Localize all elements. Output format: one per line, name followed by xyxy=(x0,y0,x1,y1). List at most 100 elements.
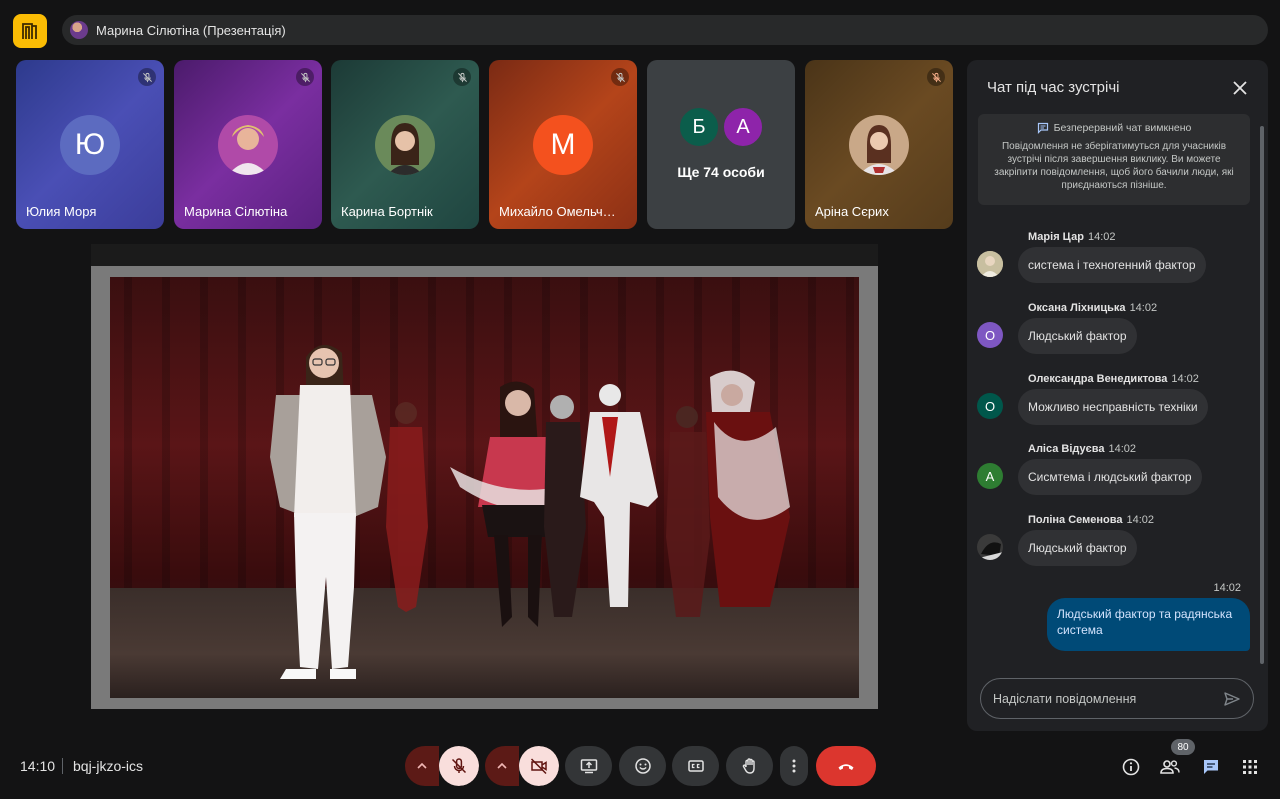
present-icon xyxy=(580,759,597,774)
audio-options-button[interactable] xyxy=(405,746,439,786)
chat-title: Чат під час зустрічі xyxy=(987,79,1120,96)
people-count-badge: 80 xyxy=(1171,739,1195,755)
camera-control-group xyxy=(485,746,559,786)
message-bubble: Людський фактор xyxy=(1018,530,1137,566)
close-icon xyxy=(1233,81,1247,95)
avatar: А xyxy=(977,463,1003,489)
mic-off-icon xyxy=(451,758,467,774)
avatar: Ю xyxy=(60,115,120,175)
message-meta: Марія Цар 14:02 xyxy=(1028,231,1115,243)
overflow-avatars: Б А xyxy=(678,106,764,148)
message-time: 14:02 xyxy=(1126,514,1155,526)
chat-message-input[interactable] xyxy=(993,691,1223,706)
meet-logo-button[interactable] xyxy=(13,14,47,48)
presentation-video xyxy=(110,277,859,698)
raise-hand-button[interactable] xyxy=(726,746,773,786)
people-icon xyxy=(1160,760,1180,774)
avatar: А xyxy=(722,106,764,148)
avatar xyxy=(977,534,1003,560)
message-bubble: система і техногенний фактор xyxy=(1018,247,1206,283)
chat-scrollbar[interactable] xyxy=(1260,126,1264,664)
message-time: 14:02 xyxy=(1087,231,1116,243)
participant-tile[interactable]: Карина Бортнік xyxy=(331,60,479,229)
video-options-button[interactable] xyxy=(485,746,519,786)
message-bubble: Можливо несправність техніки xyxy=(1018,389,1208,425)
message-author: Олександра Венедиктова xyxy=(1028,373,1168,385)
message-bubble: Людський фактор xyxy=(1018,318,1137,354)
participant-name: Михайло Омельч… xyxy=(499,204,616,219)
more-options-button[interactable] xyxy=(780,746,808,786)
captions-button[interactable] xyxy=(672,746,719,786)
apps-grid-icon xyxy=(1243,760,1257,774)
chevron-up-icon xyxy=(417,762,427,769)
chat-panel: Чат під час зустрічі Безперервний чат ви… xyxy=(967,60,1268,731)
emoji-icon xyxy=(634,758,651,774)
more-vert-icon xyxy=(792,759,796,773)
avatar xyxy=(849,115,909,175)
presentation-frame xyxy=(91,266,878,709)
message-bubble: Сисмтема і людський фактор xyxy=(1018,459,1202,495)
toggle-camera-button[interactable] xyxy=(519,746,559,786)
avatar: М xyxy=(533,115,593,175)
notice-body: Повідомлення не зберігатимуться для учас… xyxy=(994,141,1234,191)
participant-name: Юлия Моря xyxy=(26,204,97,219)
participant-tile[interactable]: Ю Юлия Моря xyxy=(16,60,164,229)
message-author: Поліна Семенова xyxy=(1028,514,1123,526)
reactions-button[interactable] xyxy=(619,746,666,786)
activities-button[interactable] xyxy=(1239,756,1261,778)
participant-tile[interactable]: М Михайло Омельч… xyxy=(489,60,637,229)
meeting-code: bqj-jkzo-ics xyxy=(73,758,144,774)
people-button[interactable] xyxy=(1159,756,1181,778)
avatar: О xyxy=(977,393,1003,419)
info-icon xyxy=(1122,758,1140,776)
continuous-chat-notice: Безперервний чат вимкнено Повідомлення н… xyxy=(978,114,1250,205)
performers-image xyxy=(270,344,790,679)
presentation-stage[interactable] xyxy=(91,244,878,709)
message-author: Оксана Ліхницька xyxy=(1028,302,1126,314)
more-participants-label: Ще 74 особи xyxy=(677,164,765,180)
message-time: 14:02 xyxy=(1129,302,1158,314)
send-icon[interactable] xyxy=(1223,690,1241,708)
notice-title: Безперервний чат вимкнено xyxy=(1053,122,1192,134)
toggle-mic-button[interactable] xyxy=(439,746,479,786)
message-author: Марія Цар xyxy=(1028,231,1084,243)
more-participants-tile[interactable]: Б А Ще 74 особи xyxy=(647,60,795,229)
present-screen-button[interactable] xyxy=(565,746,612,786)
chevron-up-icon xyxy=(497,762,507,769)
mic-control-group xyxy=(405,746,479,786)
hang-up-icon xyxy=(838,764,854,770)
message-meta: Оксана Ліхницька 14:02 xyxy=(1028,302,1157,314)
door-icon xyxy=(22,23,37,39)
presenter-pill[interactable]: Марина Сілютіна (Презентація) xyxy=(62,15,1268,45)
participant-tile[interactable]: Марина Сілютіна xyxy=(174,60,322,229)
avatar: Б xyxy=(678,106,720,148)
own-message-bubble: Людський фактор та радянська система xyxy=(1047,598,1250,651)
participant-name: Марина Сілютіна xyxy=(184,204,288,219)
chat-bubble-icon xyxy=(1037,122,1048,134)
own-message-time: 14:02 xyxy=(1213,582,1241,594)
avatar: О xyxy=(977,322,1003,348)
chat-icon xyxy=(1204,760,1218,774)
message-meta: Поліна Семенова 14:02 xyxy=(1028,514,1154,526)
meeting-details-button[interactable] xyxy=(1120,756,1142,778)
participant-name: Аріна Сєрих xyxy=(815,204,889,219)
captions-icon xyxy=(687,760,704,772)
message-time: 14:02 xyxy=(1171,373,1199,385)
presenter-label: Марина Сілютіна (Презентація) xyxy=(96,22,286,38)
avatar xyxy=(375,115,435,175)
participant-name: Карина Бортнік xyxy=(341,204,433,219)
mic-off-icon xyxy=(138,68,156,86)
close-chat-button[interactable] xyxy=(1230,78,1250,98)
mic-off-icon xyxy=(296,68,314,86)
chat-input-box[interactable] xyxy=(980,678,1254,719)
message-meta: Олександра Венедиктова 14:02 xyxy=(1028,373,1199,385)
mic-off-icon xyxy=(453,68,471,86)
hand-icon xyxy=(742,758,755,774)
message-author: Аліса Відуєва xyxy=(1028,443,1105,455)
camera-off-icon xyxy=(530,758,547,775)
participant-tile[interactable]: Аріна Сєрих xyxy=(805,60,953,229)
chat-button[interactable] xyxy=(1200,756,1222,778)
avatar xyxy=(977,251,1003,277)
leave-call-button[interactable] xyxy=(816,746,876,786)
presenter-avatar xyxy=(70,21,88,39)
